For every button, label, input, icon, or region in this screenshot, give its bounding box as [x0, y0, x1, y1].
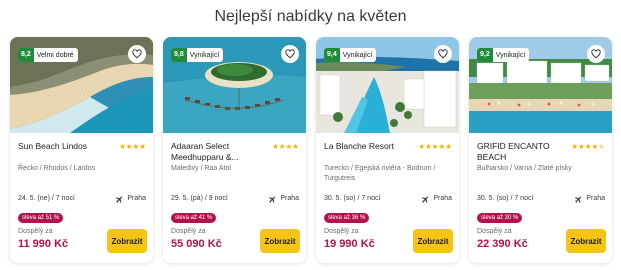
departure-city: Praha: [127, 195, 146, 202]
trip-date: 24. 5. (ne) / 7 nocí: [18, 195, 75, 202]
rating-label: Vynikající: [189, 51, 220, 59]
star-icon: ★: [292, 142, 299, 151]
hotel-name[interactable]: GRIFID ENCANTO BEACH: [477, 141, 563, 163]
star-icon: ★: [425, 142, 432, 151]
show-button[interactable]: Zobrazit: [260, 229, 300, 253]
star-icon: ★: [438, 142, 446, 151]
favorite-button[interactable]: [128, 45, 146, 63]
heart-icon: [438, 49, 448, 59]
rating-badge: 9,8 Vynikající: [171, 48, 224, 62]
star-icon: ★: [285, 142, 293, 151]
favorite-button[interactable]: [587, 45, 605, 63]
hotel-location: Turecko / Egejská riviéra - Bodrum / Tur…: [324, 165, 436, 182]
plane-icon: [268, 196, 276, 203]
trip-date: 30. 5. (so) / 7 nocí: [324, 195, 381, 202]
show-button[interactable]: Zobrazit: [107, 229, 147, 253]
star-icon: ★: [445, 142, 452, 151]
offer-card[interactable]: 9,2 Vynikající GRIFID ENCANTO BEACH ★ ★ …: [469, 37, 612, 263]
hotel-name[interactable]: La Blanche Resort: [324, 141, 410, 152]
star-icon: ★: [139, 142, 146, 151]
price-label: Dospělý za: [477, 228, 512, 235]
favorite-button[interactable]: [281, 45, 299, 63]
star-icon: ★: [132, 142, 140, 151]
hotel-location: Maledivy / Raa Atol: [171, 165, 231, 172]
trip-date: 29. 5. (pá) / 9 nocí: [171, 195, 228, 202]
trip-date: 30. 5. (so) / 7 nocí: [477, 195, 534, 202]
price-label: Dospělý za: [18, 228, 53, 235]
hotel-location: Řecko / Rhodos / Lardos: [18, 165, 96, 172]
rating-score: 9,8: [171, 48, 187, 62]
star-half-icon: ★: [598, 142, 605, 151]
hotel-name[interactable]: Adaaran Select Meedhupparu &...: [171, 141, 257, 163]
price: 22 390 Kč: [477, 238, 528, 250]
rating-badge: 9,2 Vynikající: [477, 48, 530, 62]
rating-label: Vynikající: [342, 51, 373, 59]
star-icon: ★: [418, 142, 426, 151]
departure-city: Praha: [433, 195, 452, 202]
plane-icon: [115, 196, 123, 203]
star-icon: ★: [591, 142, 599, 151]
favorite-button[interactable]: [434, 45, 452, 63]
star-icon: ★: [584, 142, 592, 151]
star-icon: ★: [278, 142, 286, 151]
star-icon: ★: [431, 142, 439, 151]
rating-score: 8,2: [18, 48, 34, 62]
offer-card[interactable]: 8,2 Velmi dobré Sun Beach Lindos ★ ★ ★ ★…: [10, 37, 153, 263]
rating-label: Vynikající: [495, 51, 526, 59]
discount-badge: sleva až 51 %: [18, 213, 64, 223]
star-icon: ★: [272, 142, 279, 151]
rating-score: 9,2: [477, 48, 493, 62]
hotel-stars: ★ ★ ★ ★ ★: [571, 143, 605, 151]
show-button[interactable]: Zobrazit: [566, 229, 606, 253]
hotel-stars: ★ ★ ★ ★: [272, 143, 299, 151]
star-icon: ★: [578, 142, 585, 151]
discount-badge: sleva až 36 %: [324, 213, 370, 223]
heart-icon: [285, 49, 295, 59]
offer-list: 8,2 Velmi dobré Sun Beach Lindos ★ ★ ★ ★…: [10, 37, 613, 263]
star-icon: ★: [125, 142, 133, 151]
star-icon: ★: [119, 142, 126, 151]
star-icon: ★: [571, 142, 579, 151]
hotel-stars: ★ ★ ★ ★: [119, 143, 146, 151]
rating-label: Velmi dobré: [36, 51, 74, 59]
plane-icon: [574, 196, 582, 203]
section-heading: Nejlepší nabídky na květen: [214, 8, 407, 25]
rating-badge: 8,2 Velmi dobré: [18, 48, 78, 62]
discount-badge: sleva až 41 %: [171, 213, 217, 223]
rating-badge: 9,4 Vynikající: [324, 48, 377, 62]
hotel-photo[interactable]: 9,8 Vynikající: [163, 37, 306, 133]
hotel-photo[interactable]: 8,2 Velmi dobré: [10, 37, 153, 133]
departure-city: Praha: [280, 195, 299, 202]
discount-badge: sleva až 30 %: [477, 213, 523, 223]
hotel-name[interactable]: Sun Beach Lindos: [18, 141, 104, 152]
hotel-photo[interactable]: 9,4 Vynikající: [316, 37, 459, 133]
price: 11 990 Kč: [18, 238, 69, 250]
price: 55 090 Kč: [171, 238, 222, 250]
price-label: Dospělý za: [171, 228, 206, 235]
price: 19 990 Kč: [324, 238, 375, 250]
hotel-stars: ★ ★ ★ ★ ★: [418, 143, 452, 151]
rating-score: 9,4: [324, 48, 340, 62]
offer-card[interactable]: 9,4 Vynikající La Blanche Resort ★ ★ ★ ★…: [316, 37, 459, 263]
offer-card[interactable]: 9,8 Vynikající Adaaran Select Meedhuppar…: [163, 37, 306, 263]
show-button[interactable]: Zobrazit: [413, 229, 453, 253]
heart-icon: [591, 49, 601, 59]
price-label: Dospělý za: [324, 228, 359, 235]
heart-icon: [132, 49, 142, 59]
departure-city: Praha: [586, 195, 605, 202]
hotel-photo[interactable]: 9,2 Vynikající: [469, 37, 612, 133]
hotel-location: Bulharsko / Varna / Zlaté písky: [477, 165, 572, 172]
plane-icon: [421, 196, 429, 203]
